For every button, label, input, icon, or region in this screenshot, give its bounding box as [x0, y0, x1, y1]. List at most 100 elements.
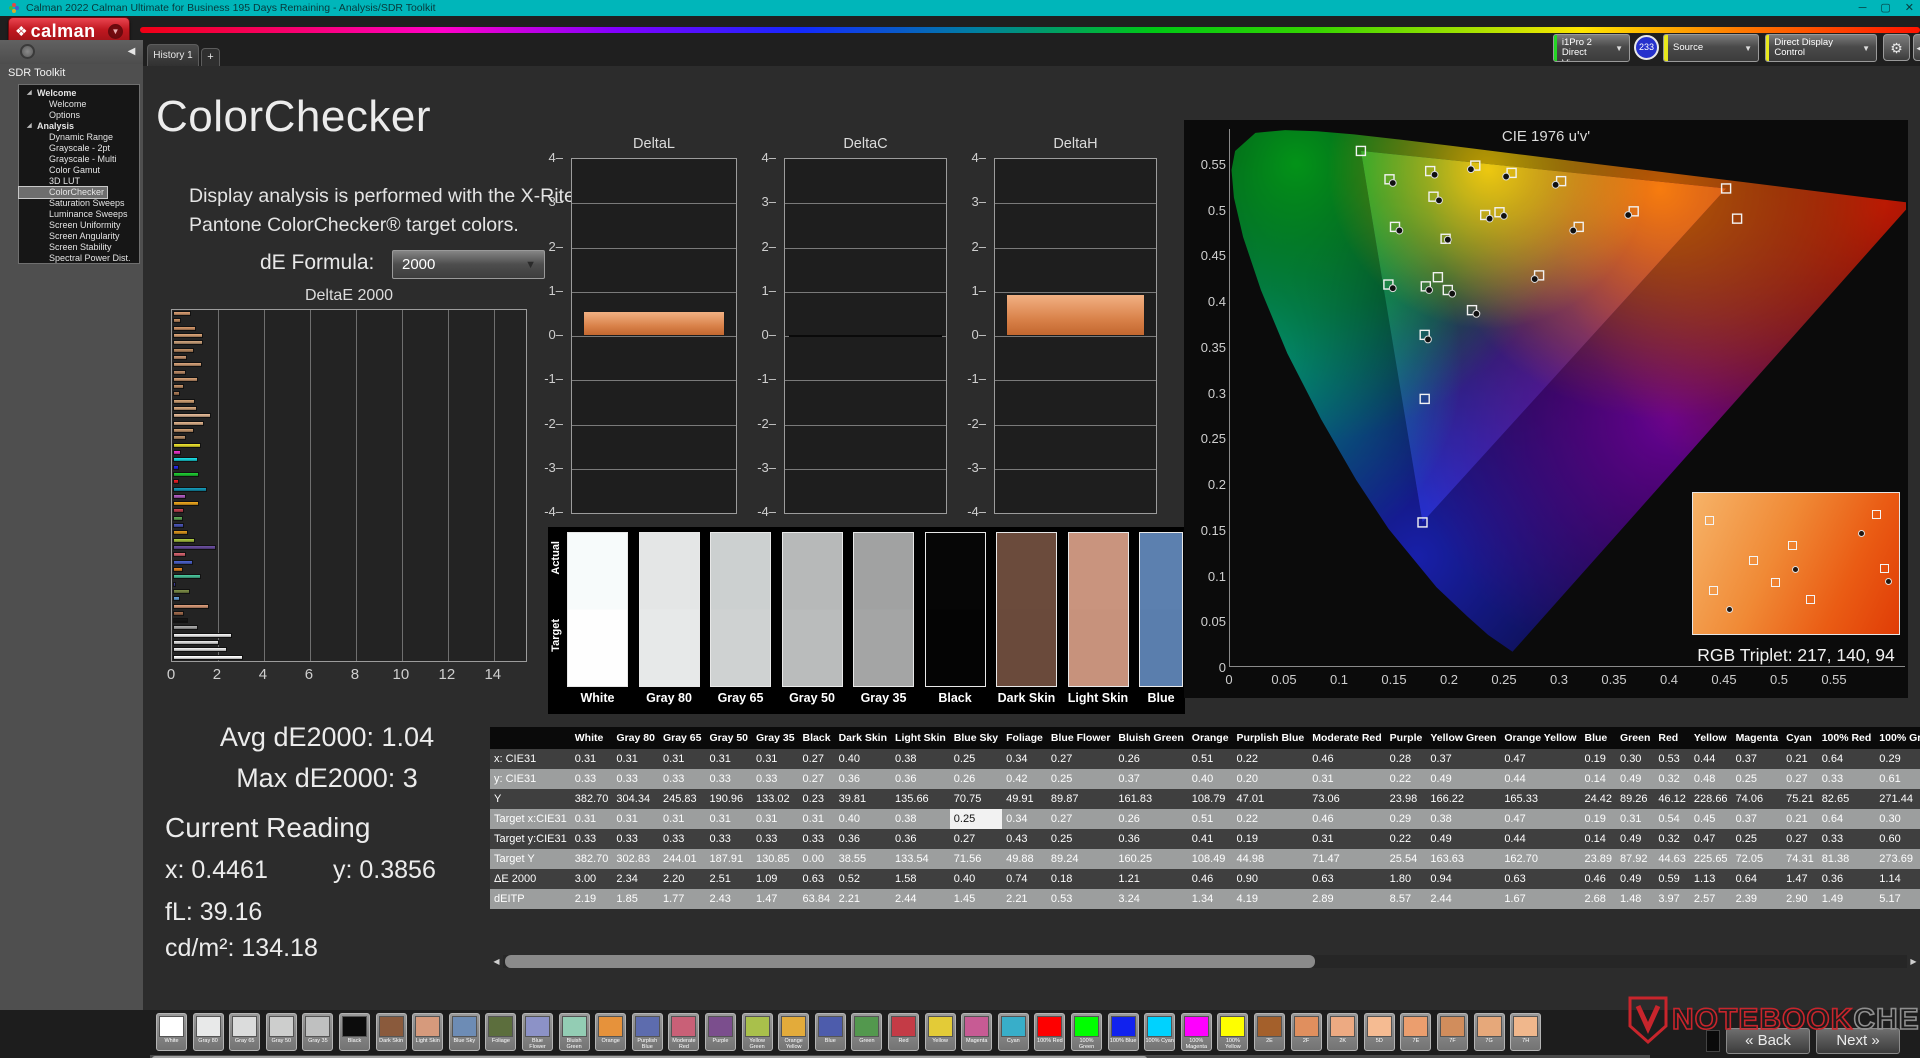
table-cell[interactable]: 163.63: [1426, 849, 1501, 869]
table-cell[interactable]: 0.38: [1426, 809, 1501, 829]
table-cell[interactable]: 1.58: [891, 869, 950, 889]
swatch-blue[interactable]: [1139, 532, 1183, 687]
table-cell[interactable]: 2.68: [1580, 889, 1617, 909]
table-cell[interactable]: 0.46: [1580, 869, 1617, 889]
table-cell[interactable]: 0.27: [1046, 809, 1115, 829]
table-cell[interactable]: 0.34: [1002, 809, 1047, 829]
swatch-gray-80[interactable]: [638, 532, 700, 687]
patch-button-gray-65[interactable]: Gray 65: [229, 1013, 261, 1051]
patch-button-blue[interactable]: Blue: [814, 1013, 846, 1051]
table-cell[interactable]: 302.83: [612, 849, 659, 869]
table-cell[interactable]: 2.90: [1782, 889, 1818, 909]
table-cell[interactable]: 0.37: [1426, 749, 1501, 769]
table-cell[interactable]: 0.38: [891, 749, 950, 769]
patch-button-magenta[interactable]: Magenta: [961, 1013, 993, 1051]
table-cell[interactable]: 70.75: [949, 789, 1003, 809]
add-tab-button[interactable]: +: [201, 48, 220, 66]
patch-button-100-green[interactable]: 100% Green: [1071, 1013, 1102, 1051]
table-cell[interactable]: 0.36: [834, 829, 892, 849]
table-cell[interactable]: 382.70: [570, 849, 613, 869]
table-cell[interactable]: 0.53: [1654, 749, 1690, 769]
patch-button-cyan[interactable]: Cyan: [997, 1013, 1029, 1051]
patch-button-blue-sky[interactable]: Blue Sky: [448, 1013, 480, 1051]
table-cell[interactable]: 0.60: [1875, 829, 1920, 849]
table-cell[interactable]: 0.27: [798, 749, 835, 769]
table-cell[interactable]: 2.21: [1002, 889, 1047, 909]
table-cell[interactable]: 74.06: [1731, 789, 1783, 809]
table-cell[interactable]: 0.21: [1782, 809, 1818, 829]
table-cell[interactable]: 75.21: [1782, 789, 1818, 809]
table-cell[interactable]: 3.97: [1654, 889, 1690, 909]
table-cell[interactable]: 0.33: [570, 829, 613, 849]
sidebar-item-spectral-power-dist-[interactable]: Spectral Power Dist.: [19, 253, 139, 264]
table-cell[interactable]: 0.44: [1689, 749, 1732, 769]
patch-button-blue-flower[interactable]: Blue Flower: [522, 1013, 553, 1051]
table-cell[interactable]: 187.91: [705, 849, 753, 869]
table-cell[interactable]: 0.22: [1385, 829, 1427, 849]
table-cell[interactable]: 0.33: [612, 829, 659, 849]
table-cell[interactable]: 382.70: [570, 789, 613, 809]
patch-button-gray-80[interactable]: Gray 80: [192, 1013, 224, 1051]
table-cell[interactable]: 2.20: [658, 869, 706, 889]
table-cell[interactable]: 162.70: [1500, 849, 1581, 869]
patch-button-100-magenta[interactable]: 100% Magenta: [1180, 1013, 1212, 1051]
patch-button-gray-35[interactable]: Gray 35: [302, 1013, 334, 1051]
table-cell[interactable]: 1.80: [1385, 869, 1427, 889]
table-cell[interactable]: 0.31: [612, 749, 659, 769]
table-cell[interactable]: 0.47: [1500, 809, 1581, 829]
table-cell[interactable]: 1.47: [752, 889, 799, 909]
table-cell[interactable]: 63.84: [798, 889, 835, 909]
patch-button-orange[interactable]: Orange: [595, 1013, 627, 1051]
table-cell[interactable]: 2.51: [705, 869, 753, 889]
sidebar-item-color-gamut[interactable]: Color Gamut: [19, 165, 139, 176]
table-cell[interactable]: 0.31: [752, 749, 799, 769]
table-cell[interactable]: 0.36: [834, 769, 892, 789]
patch-button-2k[interactable]: 2K: [1327, 1013, 1359, 1051]
patch-button-light-skin[interactable]: Light Skin: [412, 1013, 444, 1051]
sidebar-item-grayscale-2pt[interactable]: Grayscale - 2pt: [19, 143, 139, 154]
patch-button-moderate-red[interactable]: Moderate Red: [668, 1013, 700, 1051]
table-cell[interactable]: 47.01: [1232, 789, 1309, 809]
table-cell[interactable]: 1.14: [1875, 869, 1920, 889]
sidebar-item-screen-angularity[interactable]: Screen Angularity: [19, 231, 139, 242]
table-cell[interactable]: 0.27: [798, 769, 835, 789]
table-cell[interactable]: 0.20: [1232, 769, 1309, 789]
table-cell[interactable]: 0.26: [1114, 749, 1188, 769]
table-cell[interactable]: 0.40: [949, 869, 1003, 889]
table-cell[interactable]: 0.64: [1817, 749, 1876, 769]
table-cell[interactable]: 0.49: [1616, 829, 1655, 849]
swatch-gray-50[interactable]: [781, 532, 843, 687]
table-cell[interactable]: 0.31: [705, 809, 753, 829]
table-cell[interactable]: 0.27: [949, 829, 1003, 849]
table-cell[interactable]: 23.89: [1580, 849, 1617, 869]
sidebar-item-welcome[interactable]: Welcome: [19, 99, 139, 110]
table-cell[interactable]: 2.34: [612, 869, 659, 889]
table-cell[interactable]: 225.65: [1689, 849, 1732, 869]
table-cell[interactable]: 1.47: [1782, 869, 1818, 889]
table-cell[interactable]: 245.83: [658, 789, 706, 809]
table-cell[interactable]: 0.31: [1616, 809, 1655, 829]
patch-button-5d[interactable]: 5D: [1363, 1013, 1395, 1051]
table-cell[interactable]: 0.31: [798, 809, 835, 829]
patch-button-2e[interactable]: 2E: [1254, 1013, 1285, 1051]
table-cell[interactable]: 81.38: [1817, 849, 1876, 869]
table-cell[interactable]: 0.37: [1731, 749, 1783, 769]
sidebar-item-dynamic-range[interactable]: Dynamic Range: [19, 132, 139, 143]
table-cell[interactable]: 0.14: [1580, 769, 1617, 789]
swatch-black[interactable]: [924, 532, 986, 687]
table-cell[interactable]: 2.44: [1426, 889, 1501, 909]
table-scrollbar[interactable]: ◀ ▶: [490, 955, 1920, 968]
patch-button-7e[interactable]: 7E: [1400, 1013, 1432, 1051]
table-cell[interactable]: 133.54: [891, 849, 950, 869]
table-cell[interactable]: 0.30: [1616, 749, 1655, 769]
table-cell[interactable]: 0.41: [1187, 829, 1233, 849]
minimize-icon[interactable]: ─: [1859, 0, 1867, 16]
table-cell[interactable]: 1.34: [1187, 889, 1233, 909]
table-cell[interactable]: 0.31: [658, 749, 706, 769]
table-cell[interactable]: 2.57: [1689, 889, 1732, 909]
scrollbar-thumb[interactable]: [505, 955, 1315, 968]
sidebar-item-luminance-sweeps[interactable]: Luminance Sweeps: [19, 209, 139, 220]
table-cell[interactable]: 0.32: [1654, 769, 1690, 789]
sidebar-item-colorchecker[interactable]: ColorChecker: [17, 186, 109, 199]
table-cell[interactable]: 0.30: [1875, 809, 1920, 829]
